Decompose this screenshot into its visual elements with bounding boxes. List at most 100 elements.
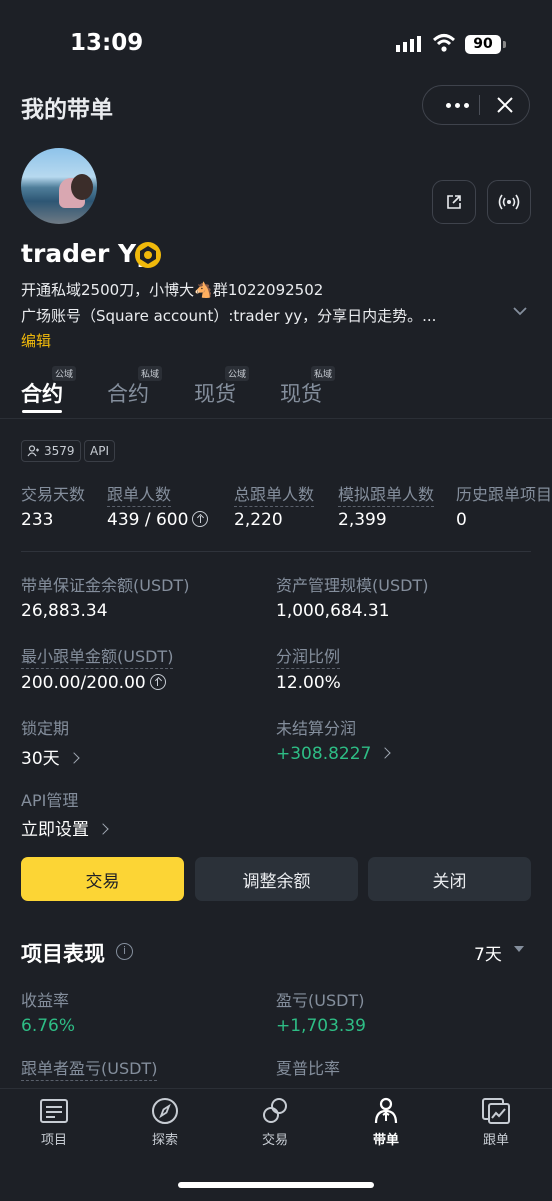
- api-setup-link[interactable]: 立即设置: [21, 815, 109, 840]
- api-setup-label: 立即设置: [21, 820, 89, 840]
- chart-icon: [482, 1098, 510, 1124]
- chevron-right-icon: [379, 747, 392, 759]
- lock-period-row[interactable]: 30天: [21, 744, 80, 769]
- list-icon: [40, 1099, 68, 1123]
- margin-balance-label: 带单保证金余额(USDT): [21, 576, 190, 595]
- person-icon: [374, 1097, 398, 1124]
- roi-value: 6.76%: [21, 1016, 76, 1036]
- unsettled-label: 未结算分润: [276, 719, 357, 738]
- users-icon: [27, 445, 39, 457]
- pnl-value: +1,703.39: [276, 1016, 366, 1036]
- info-icon[interactable]: i: [116, 943, 133, 960]
- capsule-divider: [479, 95, 480, 115]
- status-time: 13:09: [70, 30, 144, 56]
- stat-label: 总跟单人数: [234, 481, 315, 507]
- signal-icon: [396, 36, 421, 52]
- bio-line-2: 广场账号（Square account）:trader yy，分享日内走势。..…: [21, 307, 437, 325]
- tab-tag: 公域: [225, 366, 250, 381]
- compass-icon: [152, 1098, 178, 1124]
- stat-value: 2,399: [338, 510, 387, 530]
- broadcast-button[interactable]: [487, 180, 531, 224]
- chevron-down-icon[interactable]: [511, 305, 529, 317]
- min-copy-label: 最小跟单金额(USDT): [21, 643, 174, 669]
- follower-pnl-label: 跟单者盈亏(USDT): [21, 1055, 158, 1081]
- min-copy-value-row[interactable]: 200.00/200.00: [21, 673, 166, 693]
- tab-tag: 私域: [138, 366, 163, 381]
- nav-label: 带单: [372, 1133, 399, 1148]
- unsettled-row[interactable]: +308.8227: [276, 744, 392, 764]
- chevron-right-icon: [67, 752, 80, 764]
- nav-item-copy[interactable]: 跟单: [456, 1097, 536, 1148]
- roi-label: 收益率: [21, 991, 70, 1010]
- aum-label: 资产管理规模(USDT): [276, 576, 429, 595]
- nav-label: 交易: [261, 1133, 288, 1148]
- edit-link[interactable]: 编辑: [21, 330, 51, 351]
- circle-up-icon[interactable]: [192, 511, 209, 527]
- lock-period-value: 30天: [21, 749, 60, 769]
- nav-item-explore[interactable]: 探索: [125, 1097, 205, 1148]
- stat-value-followers[interactable]: 439 / 600: [107, 510, 209, 530]
- followers-count: 3579: [44, 444, 75, 458]
- adjust-balance-button[interactable]: 调整余额: [195, 857, 358, 901]
- tab-spot-private[interactable]: 现货: [280, 378, 322, 408]
- nav-label: 探索: [151, 1133, 178, 1148]
- stat-label: 模拟跟单人数: [338, 481, 435, 507]
- avatar[interactable]: [21, 148, 97, 224]
- tab-futures-public[interactable]: 合约: [21, 378, 63, 408]
- lock-period-label: 锁定期: [21, 719, 70, 738]
- tab-active-indicator: [22, 410, 62, 413]
- bio-line-1: 开通私域2500刀，小博大🐴群1022092502: [21, 281, 324, 299]
- home-indicator: [178, 1182, 374, 1188]
- wifi-icon: [432, 34, 456, 52]
- api-chip: API: [84, 440, 115, 462]
- avatar-hair: [71, 174, 93, 200]
- stat-value: 2,220: [234, 510, 283, 530]
- nav-item-lead[interactable]: 带单: [346, 1097, 426, 1148]
- followers-chip: 3579: [21, 440, 81, 462]
- trader-name: trader Yy: [21, 239, 153, 268]
- sharpe-label: 夏普比率: [276, 1059, 341, 1078]
- battery-indicator: 90: [465, 35, 501, 54]
- pnl-label: 盈亏(USDT): [276, 991, 365, 1010]
- stat-label: 历史跟单项目: [456, 485, 552, 504]
- stat-value: 0: [456, 510, 467, 530]
- tab-divider: [0, 418, 552, 419]
- unsettled-value: +308.8227: [276, 744, 372, 764]
- page-title: 我的带单: [21, 97, 113, 123]
- tab-futures-private[interactable]: 合约: [107, 378, 149, 408]
- more-icon[interactable]: [437, 86, 477, 124]
- tab-tag: 公域: [52, 366, 77, 381]
- chevron-right-icon: [97, 823, 109, 835]
- caret-down-icon[interactable]: [514, 946, 524, 952]
- share-icon: [447, 195, 461, 209]
- broadcast-icon: [498, 194, 520, 210]
- trade-button[interactable]: 交易: [21, 857, 184, 901]
- margin-balance-value: 26,883.34: [21, 601, 108, 621]
- nav-label: 项目: [40, 1133, 67, 1148]
- min-copy-value: 200.00/200.00: [21, 673, 146, 693]
- section-divider: [21, 551, 531, 552]
- close-project-button[interactable]: 关闭: [368, 857, 531, 901]
- period-selector[interactable]: 7天: [474, 940, 502, 965]
- tab-spot-public[interactable]: 现货: [194, 378, 236, 408]
- nav-item-trade[interactable]: 交易: [235, 1097, 315, 1148]
- trade-icon: [263, 1098, 287, 1123]
- miniapp-capsule: [422, 85, 530, 125]
- close-icon[interactable]: [485, 86, 525, 124]
- tab-tag: 私域: [311, 366, 336, 381]
- battery-tip: [503, 41, 506, 48]
- stat-label: 交易天数: [21, 485, 86, 504]
- aum-value: 1,000,684.31: [276, 601, 390, 621]
- nav-item-projects[interactable]: 项目: [14, 1097, 94, 1148]
- nav-label: 跟单: [482, 1133, 509, 1148]
- trader-badge-icon: [135, 242, 161, 268]
- profit-share-label: 分润比例: [276, 643, 341, 669]
- circle-up-icon[interactable]: [149, 674, 166, 690]
- profit-share-value: 12.00%: [276, 673, 341, 693]
- followers-value: 439 / 600: [107, 510, 189, 530]
- stat-label: 跟单人数: [107, 481, 172, 507]
- api-management-label: API管理: [21, 791, 79, 810]
- performance-title: 项目表现: [21, 942, 105, 966]
- stat-value: 233: [21, 510, 54, 530]
- share-button[interactable]: [432, 180, 476, 224]
